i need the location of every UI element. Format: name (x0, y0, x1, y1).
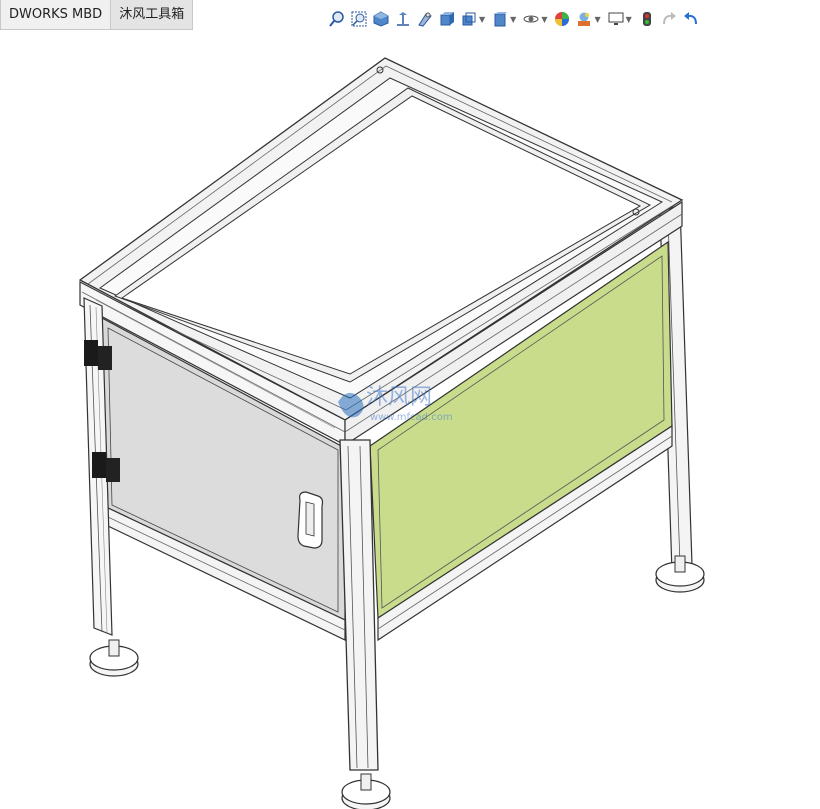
zoom-area-icon[interactable] (350, 9, 368, 29)
display-style-icon[interactable] (460, 9, 478, 29)
display-style-dropdown-icon[interactable]: ▼ (479, 15, 485, 24)
undo-icon[interactable] (682, 9, 700, 29)
redo-icon[interactable] (660, 9, 678, 29)
door-handle (297, 491, 324, 549)
watermark-url: www.mfcad.com (370, 412, 453, 423)
tab-mufeng-toolbox[interactable]: 沐风工具箱 (111, 0, 194, 30)
foot-front-left (89, 639, 139, 677)
tab-mbd[interactable]: DWORKS MBD (0, 0, 112, 30)
zoom-to-fit-icon[interactable] (328, 9, 346, 29)
foot-right-back (655, 555, 705, 593)
edit-appearance-icon[interactable] (522, 9, 540, 29)
apply-scene-icon[interactable] (553, 9, 571, 29)
view-settings-icon[interactable] (575, 9, 593, 29)
watermark-brand: 沐风网 (366, 385, 432, 410)
appearance-dropdown-icon[interactable]: ▼ (541, 15, 547, 24)
dynamic-annotation-icon[interactable] (416, 9, 434, 29)
hide-show-dropdown-icon[interactable]: ▼ (510, 15, 516, 24)
view-orientation-icon[interactable] (438, 9, 456, 29)
previous-view-icon[interactable] (372, 9, 390, 29)
model-viewport[interactable]: 沐风网 www.mfcad.com (0, 32, 820, 809)
foot-front-corner (341, 773, 391, 809)
monitor-icon[interactable] (607, 9, 625, 29)
section-view-icon[interactable] (394, 9, 412, 29)
view-settings-dropdown-icon[interactable]: ▼ (594, 15, 600, 24)
heads-up-view-toolbar: ▼ ▼ ▼ ▼ ▼ (328, 6, 704, 32)
hide-show-items-icon[interactable] (491, 9, 509, 29)
command-manager-tabs: DWORKS MBD 沐风工具箱 (0, 0, 194, 32)
monitor-dropdown-icon[interactable]: ▼ (626, 15, 632, 24)
traffic-light-icon[interactable] (638, 9, 656, 29)
